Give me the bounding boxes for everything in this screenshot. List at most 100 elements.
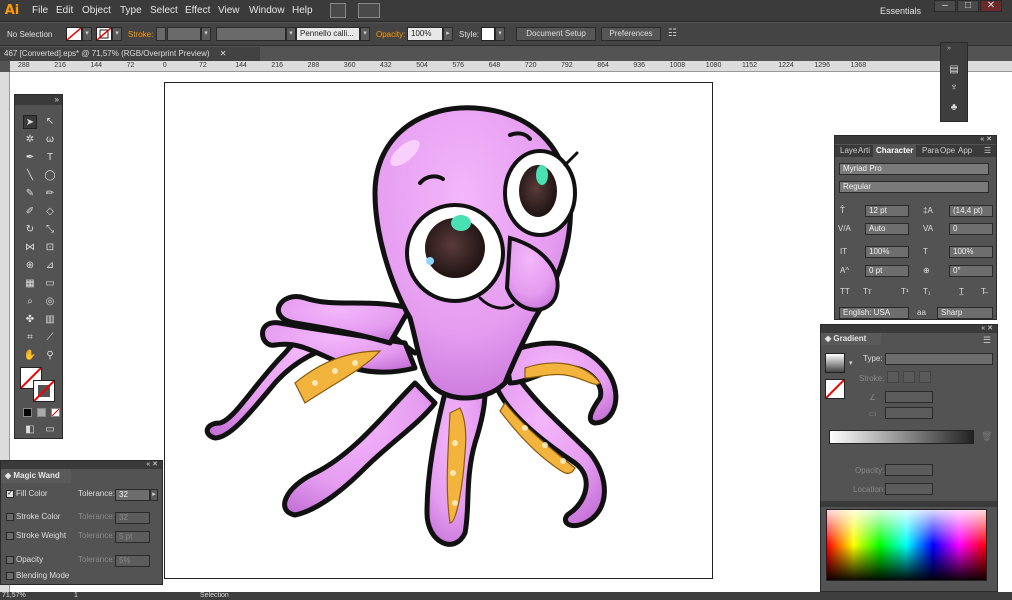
style-swatch[interactable] (481, 27, 495, 41)
tab-artboards[interactable]: Arti (855, 145, 873, 157)
small-caps-icon[interactable]: Tт (863, 286, 872, 298)
blending-mode-checkbox[interactable] (6, 572, 14, 580)
stroke-swatch[interactable] (96, 27, 112, 41)
stroke-within-icon[interactable] (887, 371, 899, 383)
screen-mode-icon[interactable]: ▭ (43, 423, 57, 437)
tab-appearance[interactable]: App (955, 145, 975, 157)
fill-color-tolerance-arrow[interactable]: ▸ (150, 489, 158, 501)
preferences-button[interactable]: Preferences (601, 27, 661, 41)
menu-file[interactable]: File (32, 0, 48, 22)
none-mode-icon[interactable] (51, 408, 60, 417)
perspective-grid-tool-icon[interactable]: ⊿ (43, 259, 57, 273)
fill-dropdown[interactable]: ▾ (82, 27, 92, 41)
minimize-button[interactable]: – (934, 0, 956, 12)
document-setup-button[interactable]: Document Setup (516, 27, 596, 41)
scale-tool-icon[interactable]: ⤡ (43, 223, 57, 237)
brushes-icon[interactable]: ♆ (947, 81, 961, 95)
font-style-field[interactable]: Regular (839, 181, 989, 193)
gradient-location-field[interactable] (885, 483, 933, 495)
rotate-tool-icon[interactable]: ↻ (23, 223, 37, 237)
tools-panel-header[interactable]: » (15, 95, 62, 105)
direct-selection-tool-icon[interactable]: ↖ (43, 115, 57, 129)
zoom-tool-icon[interactable]: ⚲ (43, 349, 57, 363)
free-transform-tool-icon[interactable]: ⊡ (43, 241, 57, 255)
workspace-switcher[interactable]: Essentials (880, 0, 921, 22)
libraries-icon[interactable]: ▤ (947, 63, 961, 77)
stroke-dropdown[interactable]: ▾ (112, 27, 122, 41)
horizontal-ruler[interactable]: 288 216 144 72 0 72 144 216 288 360 432 504 576 648 72… (10, 61, 1012, 72)
magic-wand-tool-icon[interactable]: ✲ (23, 133, 37, 147)
symbol-sprayer-tool-icon[interactable]: ✤ (23, 313, 37, 327)
fill-color-checkbox[interactable]: ✓ (6, 490, 14, 498)
close-document-icon[interactable]: ✕ (220, 49, 227, 58)
mesh-tool-icon[interactable]: ▦ (23, 277, 37, 291)
stroke-stepper[interactable] (156, 27, 166, 41)
gradient-tool-icon[interactable]: ▭ (43, 277, 57, 291)
horizontal-scale-field[interactable]: 100% (949, 246, 993, 258)
subscript-icon[interactable]: T₁ (923, 286, 931, 298)
shape-builder-tool-icon[interactable]: ⊕ (23, 259, 37, 273)
menu-window[interactable]: Window (249, 0, 285, 22)
pen-tool-icon[interactable]: ✒ (23, 151, 37, 165)
opacity-checkbox[interactable] (6, 556, 14, 564)
width-tool-icon[interactable]: ⋈ (23, 241, 37, 255)
delete-stop-icon[interactable]: 🗑 (981, 431, 992, 442)
stroke-label[interactable]: Stroke: (128, 23, 153, 46)
gradient-mode-icon[interactable] (37, 408, 46, 417)
character-rotation-field[interactable]: 0° (949, 265, 993, 277)
line-tool-icon[interactable]: ╲ (23, 169, 37, 183)
opacity-tolerance-field[interactable]: 5% (115, 555, 150, 567)
selection-tool-icon[interactable]: ➤ (23, 115, 37, 129)
language-field[interactable]: English: USA (839, 307, 909, 319)
variable-width-profile[interactable] (216, 27, 286, 41)
draw-mode-icon[interactable]: ◧ (23, 423, 37, 437)
stroke-color-tolerance-field[interactable]: 32 (115, 512, 150, 524)
style-dropdown[interactable]: ▾ (495, 27, 505, 41)
stroke-color-icon[interactable] (33, 380, 55, 402)
stroke-weight-tolerance-field[interactable]: 5 pt (115, 531, 150, 543)
dock-expand-icon[interactable]: » (947, 45, 951, 52)
arrange-icon[interactable]: ☷ (668, 28, 686, 40)
menu-edit[interactable]: Edit (56, 0, 73, 22)
underline-icon[interactable]: T̲ (959, 286, 964, 298)
opacity-label[interactable]: Opacity: (376, 23, 405, 46)
stroke-along-icon[interactable] (903, 371, 915, 383)
color-spectrum[interactable] (826, 509, 987, 581)
menu-select[interactable]: Select (150, 0, 178, 22)
opacity-dropdown[interactable]: ▸ (443, 27, 453, 41)
eyedropper-tool-icon[interactable]: ⌕ (23, 295, 37, 309)
stroke-across-icon[interactable] (919, 371, 931, 383)
gradient-menu-icon[interactable]: ☰ (983, 335, 991, 346)
hand-tool-icon[interactable]: ✋ (23, 349, 37, 363)
gradient-angle-field[interactable] (885, 391, 933, 403)
gradient-fill-stroke-icon[interactable] (825, 379, 845, 399)
page-number[interactable]: 1 (74, 592, 78, 600)
blend-tool-icon[interactable]: ◎ (43, 295, 57, 309)
tab-character[interactable]: Character (873, 145, 917, 157)
vertical-scale-field[interactable]: 100% (865, 246, 909, 258)
menu-effect[interactable]: Effect (185, 0, 210, 22)
paintbrush-tool-icon[interactable]: ✎ (23, 187, 37, 201)
magic-wand-panel-topbar[interactable]: « ✕ (1, 461, 162, 469)
tracking-field[interactable]: 0 (949, 223, 993, 235)
character-panel-topbar[interactable]: « ✕ (835, 136, 996, 144)
current-tool-status[interactable]: Selection (200, 592, 229, 600)
fill-swatch[interactable] (66, 27, 82, 41)
blob-brush-tool-icon[interactable]: ✐ (23, 205, 37, 219)
menu-object[interactable]: Object (82, 0, 111, 22)
color-mode-icon[interactable] (23, 408, 32, 417)
antialias-field[interactable]: Sharp (937, 307, 993, 319)
artboard-tool-icon[interactable]: ⌗ (23, 331, 37, 345)
font-family-field[interactable]: Myriad Pro (839, 163, 989, 175)
document-tab[interactable]: 467 [Converted].eps* @ 71,57% (RGB/Overp… (0, 47, 260, 61)
column-graph-tool-icon[interactable]: ▥ (43, 313, 57, 327)
font-size-field[interactable]: 12 pt (865, 205, 909, 217)
gradient-slider[interactable] (829, 430, 974, 444)
lasso-tool-icon[interactable]: ω (43, 133, 57, 147)
aspect-ratio-field[interactable] (885, 407, 933, 419)
slice-tool-icon[interactable]: ⟋ (43, 331, 57, 345)
stroke-weight-dropdown[interactable]: ▾ (201, 27, 211, 41)
maximize-button[interactable]: □ (957, 0, 979, 12)
gradient-preview-dropdown[interactable]: ▾ (849, 359, 853, 367)
close-button[interactable]: ✕ (980, 0, 1002, 12)
